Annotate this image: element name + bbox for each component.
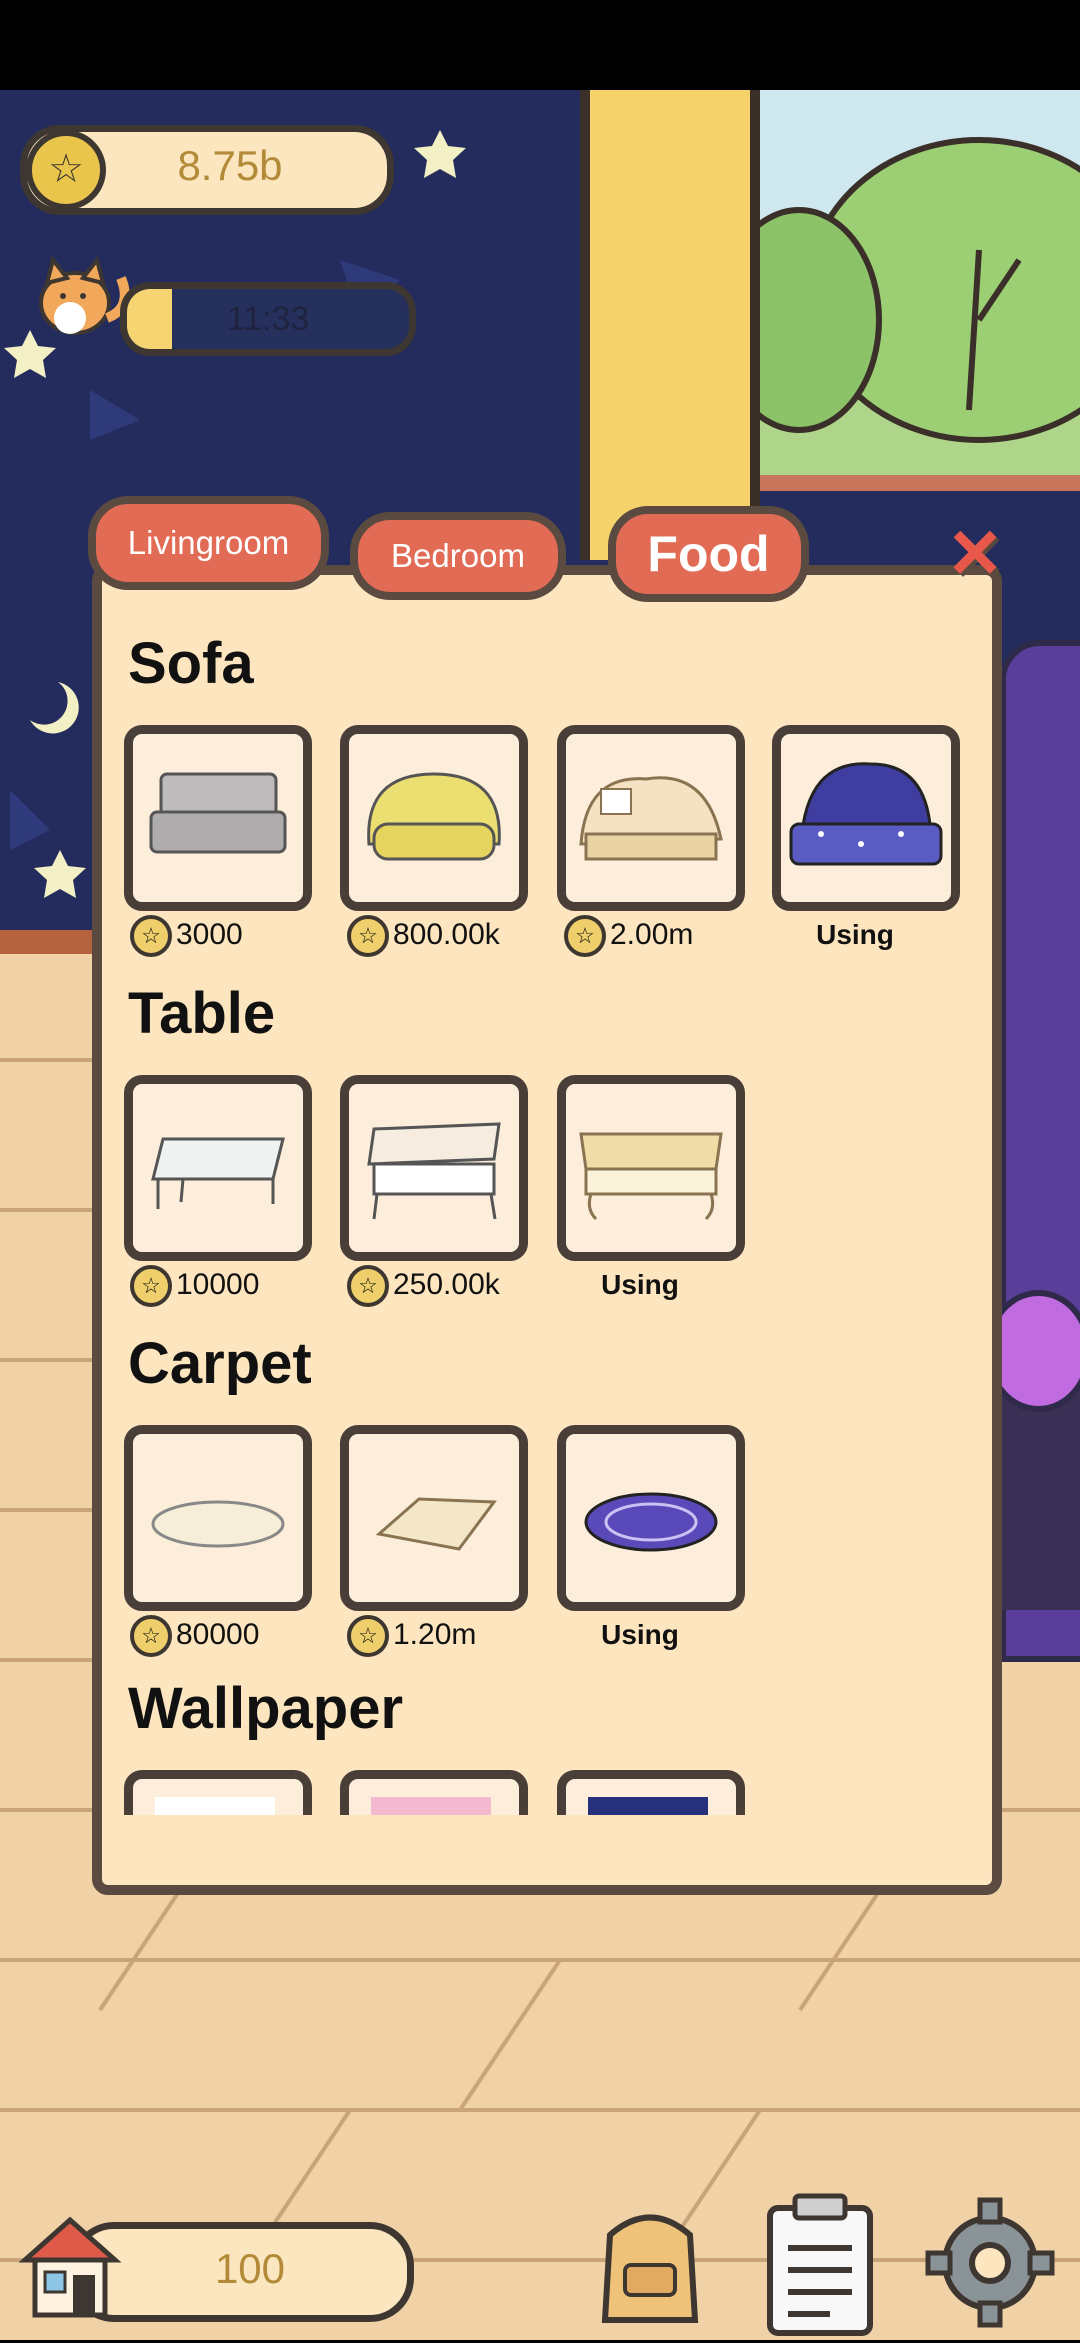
price-carpet-oval: ☆ 80000 <box>130 1610 330 1660</box>
pink-wallpaper-swatch <box>371 1797 491 1815</box>
wallpaper-item-navy[interactable] <box>557 1770 745 1815</box>
price-sofa-yellow: ☆ 800.00k <box>347 910 547 960</box>
timer-bar: 11:33 <box>120 282 416 356</box>
backpack-icon[interactable] <box>580 2195 720 2335</box>
yellow-sofa-icon <box>367 772 501 861</box>
ornate-table-icon <box>579 1132 723 1221</box>
star-coin-icon: ☆ <box>564 915 606 958</box>
status-carpet-using: Using <box>601 1619 679 1650</box>
section-title-carpet: Carpet <box>128 1331 312 1396</box>
status-bar <box>0 0 1080 90</box>
cat-icon[interactable] <box>25 248 135 348</box>
carpet-item-oval[interactable] <box>124 1425 312 1611</box>
wallpaper-item-white[interactable] <box>124 1770 312 1815</box>
navy-wallpaper-swatch <box>588 1797 708 1815</box>
sofa-item-starry[interactable] <box>772 725 960 911</box>
price-table-white: ☆ 250.00k <box>347 1260 547 1310</box>
price-value: 3000 <box>176 918 243 951</box>
price-value: 10000 <box>176 1268 260 1301</box>
section-title-sofa: Sofa <box>128 631 254 696</box>
price-value: 800.00k <box>393 918 500 951</box>
star-coin-icon: ☆ <box>130 915 172 958</box>
sofa-item-gray[interactable] <box>124 725 312 911</box>
tab-bedroom[interactable]: Bedroom <box>350 512 566 600</box>
purple-carpet-icon <box>584 1492 718 1552</box>
gray-sofa-icon <box>149 772 287 854</box>
oval-carpet-icon <box>151 1500 285 1548</box>
price-sofa-victorian: ☆ 2.00m <box>564 910 764 960</box>
tree-scene <box>716 137 1080 475</box>
star-coin-icon: ☆ <box>347 915 389 958</box>
section-title-wallpaper: Wallpaper <box>128 1676 404 1741</box>
table-item-glass[interactable] <box>124 1075 312 1261</box>
sofa-item-yellow[interactable] <box>340 725 528 911</box>
backpack-drawing <box>601 2214 699 2323</box>
price-value: 80000 <box>176 1618 260 1651</box>
price-sofa-gray: ☆ 3000 <box>130 910 330 960</box>
wallpaper-item-pink[interactable] <box>340 1770 528 1815</box>
price-value: 1.20m <box>393 1618 477 1651</box>
coin-amount: 8.75b <box>177 142 283 189</box>
window <box>716 90 1080 491</box>
window-frame <box>580 90 760 560</box>
clipboard-icon[interactable] <box>760 2188 880 2338</box>
gear-drawing <box>925 2197 1055 2328</box>
glass-table-icon <box>151 1137 285 1209</box>
rug-carpet-icon <box>375 1497 497 1551</box>
house-icon[interactable] <box>15 2210 125 2325</box>
carpet-item-purple[interactable] <box>557 1425 745 1611</box>
star-coin-icon: ☆ <box>347 1615 389 1658</box>
star-coin-icon: ☆ <box>130 1615 172 1658</box>
white-table-icon <box>367 1122 501 1220</box>
star-coin-icon: ☆ <box>347 1265 389 1308</box>
gear-icon[interactable] <box>925 2195 1055 2330</box>
sofa-item-victorian[interactable] <box>557 725 745 911</box>
starry-sofa-icon <box>789 762 943 866</box>
price-table-glass: ☆ 10000 <box>130 1260 330 1310</box>
house-drawing <box>18 2216 122 2318</box>
price-value: 250.00k <box>393 1268 500 1301</box>
price-value: 2.00m <box>610 918 694 951</box>
item-list[interactable]: Sofa ☆ 3000 ☆ 800.00k ☆ 2.00m Using Table <box>102 610 972 1815</box>
section-title-table: Table <box>128 981 276 1046</box>
victorian-sofa-icon <box>579 776 723 861</box>
cat-drawing <box>39 255 130 335</box>
carpet-item-rug[interactable] <box>340 1425 528 1611</box>
star-coin-icon: ☆ <box>130 1265 172 1308</box>
table-item-ornate[interactable] <box>557 1075 745 1261</box>
table-item-white[interactable] <box>340 1075 528 1261</box>
tab-food[interactable]: Food <box>608 506 809 602</box>
house-count: 100 <box>214 2245 286 2292</box>
clipboard-drawing <box>767 2193 873 2336</box>
price-carpet-rug: ☆ 1.20m <box>347 1610 547 1660</box>
status-sofa-using: Using <box>816 919 894 950</box>
white-wallpaper-swatch <box>155 1797 275 1815</box>
tab-livingroom[interactable]: Livingroom <box>88 496 329 590</box>
close-icon[interactable]: × <box>935 509 1015 595</box>
status-table-using: Using <box>601 1269 679 1300</box>
timer-text: 11:33 <box>226 300 310 338</box>
star-coin-icon: ☆ <box>26 130 106 210</box>
